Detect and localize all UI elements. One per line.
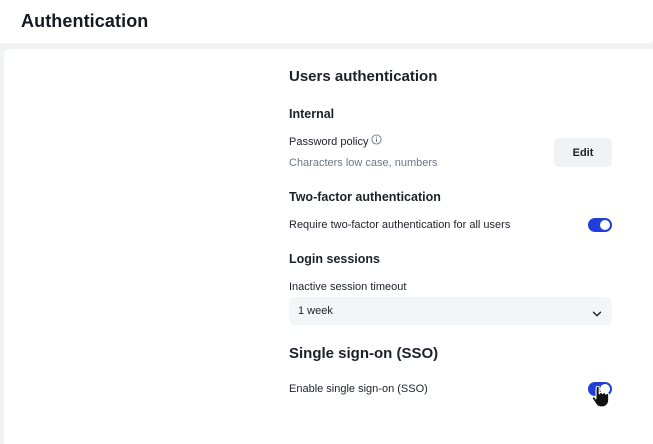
- info-icon[interactable]: [371, 134, 383, 148]
- two-factor-title: Two-factor authentication: [289, 190, 441, 204]
- page-title: Authentication: [21, 11, 149, 31]
- sso-title: Single sign-on (SSO): [289, 345, 439, 362]
- password-policy-description: Characters low case, numbers: [289, 157, 438, 169]
- two-factor-toggle[interactable]: [588, 218, 612, 232]
- password-policy-row: Password policy: [289, 134, 383, 148]
- hand-pointer-cursor-icon: [591, 385, 610, 413]
- chevron-down-icon: [592, 306, 602, 324]
- page-header: Authentication: [0, 0, 653, 43]
- login-sessions-title: Login sessions: [289, 252, 380, 266]
- users-authentication-title: Users authentication: [289, 68, 438, 85]
- session-timeout-label: Inactive session timeout: [289, 281, 407, 293]
- toggle-knob: [600, 220, 610, 230]
- sso-enable-label: Enable single sign-on (SSO): [289, 383, 428, 395]
- session-timeout-select[interactable]: 1 week: [289, 297, 612, 325]
- edit-password-policy-button[interactable]: Edit: [554, 138, 612, 167]
- internal-title: Internal: [289, 107, 335, 121]
- session-timeout-value: 1 week: [298, 305, 333, 317]
- two-factor-require-label: Require two-factor authentication for al…: [289, 219, 511, 231]
- password-policy-label: Password policy: [289, 136, 369, 148]
